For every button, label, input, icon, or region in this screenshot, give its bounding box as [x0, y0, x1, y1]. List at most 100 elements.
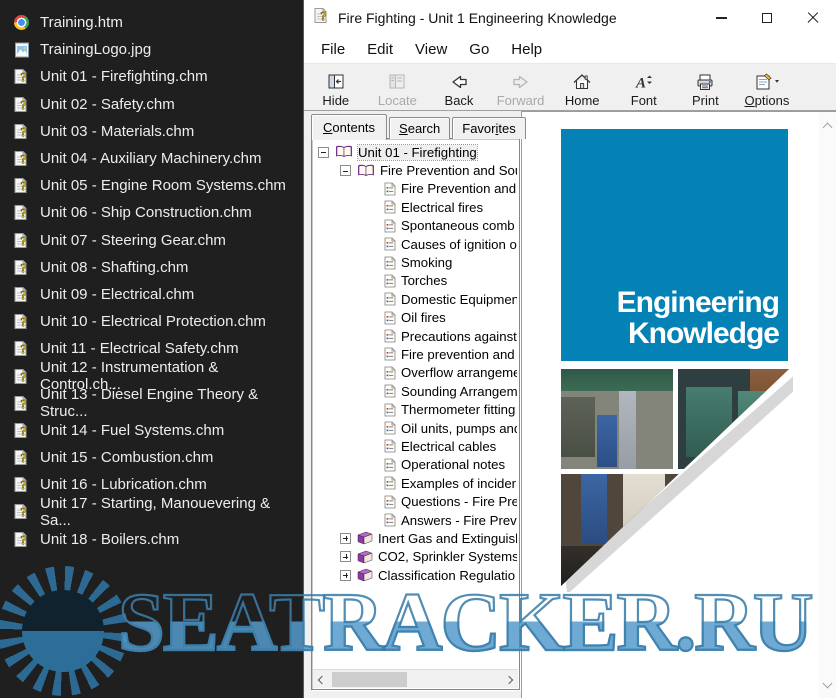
file-list-item[interactable]: ?Unit 15 - Combustion.chm — [0, 444, 303, 471]
file-list-item[interactable]: ?Unit 17 - Starting, Manouevering & Sa..… — [0, 498, 303, 525]
tree-node[interactable]: Fire Prevention and Sou — [314, 161, 517, 179]
tree-node[interactable]: Fire prevention and — [314, 345, 517, 363]
page-icon — [384, 311, 396, 325]
book-closed-icon — [357, 550, 373, 564]
tree-expander-plus[interactable] — [340, 570, 351, 581]
tree-node[interactable]: Domestic Equipmen — [314, 290, 517, 308]
maximize-button[interactable] — [744, 0, 790, 36]
cover-image-title-block: Engineering Knowledge — [561, 129, 788, 361]
scrollbar-thumb[interactable] — [332, 672, 407, 687]
tree-node[interactable]: Causes of ignition o — [314, 235, 517, 253]
chevron-left-icon — [318, 675, 326, 683]
tree-node[interactable]: CO2, Sprinkler Systems — [314, 548, 517, 566]
chm-icon: ? — [13, 286, 30, 303]
page-icon — [384, 274, 396, 288]
svg-text:?: ? — [20, 396, 27, 411]
file-list-item[interactable]: ? Unit 10 - Electrical Protection.chm — [0, 308, 303, 335]
file-list-item[interactable]: ?Unit 09 - Electrical.chm — [0, 281, 303, 308]
forward-button[interactable]: Forward — [490, 64, 552, 110]
page-icon — [384, 347, 396, 361]
file-list-item[interactable]: ?Unit 06 - Ship Construction.chm — [0, 199, 303, 226]
scroll-down-button[interactable] — [819, 672, 836, 694]
file-list-item[interactable]: ?Unit 08 - Shafting.chm — [0, 254, 303, 281]
tree-node-label: Inert Gas and Extinguish — [378, 531, 517, 546]
menu-item-file[interactable]: File — [310, 36, 356, 63]
chm-icon: ? — [13, 313, 30, 330]
tree-node[interactable]: Electrical fires — [314, 198, 517, 216]
tree-node[interactable]: Oil units, pumps and — [314, 419, 517, 437]
file-list-item[interactable]: ?Unit 02 - Safety.chm — [0, 91, 303, 118]
tree-node[interactable]: Operational notes — [314, 456, 517, 474]
file-list-item[interactable]: ?Unit 04 - Auxiliary Machinery.chm — [0, 145, 303, 172]
tree-node-label: CO2, Sprinkler Systems — [378, 549, 517, 564]
back-button[interactable]: Back — [428, 64, 490, 110]
print-icon — [694, 72, 716, 92]
file-list-item[interactable]: ?Unit 18 - Boilers.chm — [0, 526, 303, 553]
tab-favorites[interactable]: Favorites — [452, 117, 525, 139]
photo-panel-topleft — [561, 369, 673, 469]
tree-node[interactable]: Smoking — [314, 253, 517, 271]
file-list-item[interactable]: ?Unit 01 - Firefighting.chm — [0, 63, 303, 90]
menu-item-help[interactable]: Help — [500, 36, 553, 63]
menu-item-view[interactable]: View — [404, 36, 458, 63]
tree-node[interactable]: Overflow arrangeme — [314, 364, 517, 382]
scroll-up-button[interactable] — [819, 116, 836, 138]
close-button[interactable] — [790, 0, 836, 36]
file-list-item[interactable]: TrainingLogo.jpg — [0, 36, 303, 63]
options-icon — [754, 72, 780, 92]
tree-node[interactable]: Sounding Arrangem — [314, 382, 517, 400]
menu-item-go[interactable]: Go — [458, 36, 500, 63]
tree-node[interactable]: Examples of incider — [314, 474, 517, 492]
home-button[interactable]: Home — [551, 64, 613, 110]
tree-node[interactable]: Spontaneous comb — [314, 217, 517, 235]
chm-icon: ? — [13, 177, 30, 194]
file-list-item[interactable]: ?Unit 07 - Steering Gear.chm — [0, 227, 303, 254]
tree-node[interactable]: Electrical cables — [314, 437, 517, 455]
tree-node[interactable]: Oil fires — [314, 309, 517, 327]
minimize-button[interactable] — [698, 0, 744, 36]
tree-node[interactable]: Inert Gas and Extinguish — [314, 529, 517, 547]
tab-search[interactable]: Search — [389, 117, 450, 139]
file-name: Unit 10 - Electrical Protection.chm — [40, 313, 266, 330]
svg-text:?: ? — [20, 260, 27, 275]
tree-node[interactable]: Answers - Fire Prev — [314, 511, 517, 529]
font-button[interactable]: AFont — [613, 64, 675, 110]
tree-node[interactable]: Fire Prevention and — [314, 180, 517, 198]
chm-icon: ? — [13, 531, 30, 548]
tree-expander-minus[interactable] — [340, 165, 351, 176]
file-list-item[interactable]: ?Unit 13 - Diesel Engine Theory & Struc.… — [0, 390, 303, 417]
title-bar: ? Fire Fighting - Unit 1 Engineering Kno… — [304, 0, 836, 36]
file-name: Unit 06 - Ship Construction.chm — [40, 204, 252, 221]
print-button[interactable]: Print — [675, 64, 737, 110]
hide-button[interactable]: Hide — [305, 64, 367, 110]
file-name: Unit 07 - Steering Gear.chm — [40, 232, 226, 249]
tree-expander-minus[interactable] — [318, 147, 329, 158]
tree-node-label: Questions - Fire Pre — [401, 494, 517, 509]
tree-expander-plus[interactable] — [340, 533, 351, 544]
locate-button[interactable]: Locate — [367, 64, 429, 110]
file-list-item[interactable]: ?Unit 05 - Engine Room Systems.chm — [0, 172, 303, 199]
tree-node[interactable]: Torches — [314, 272, 517, 290]
tree-node[interactable]: Questions - Fire Pre — [314, 492, 517, 510]
tab-contents[interactable]: Contents — [311, 114, 387, 140]
file-list-item[interactable]: ?Unit 03 - Materials.chm — [0, 118, 303, 145]
menu-item-edit[interactable]: Edit — [356, 36, 404, 63]
file-list-item[interactable]: ?Unit 14 - Fuel Systems.chm — [0, 417, 303, 444]
tree-node[interactable]: Unit 01 - Firefighting — [314, 143, 517, 161]
tree-node[interactable]: Classification Regulatio — [314, 566, 517, 584]
file-list-item[interactable]: Training.htm — [0, 9, 303, 36]
svg-text:A: A — [635, 75, 646, 91]
chm-icon: ? — [13, 368, 30, 385]
file-name: Unit 16 - Lubrication.chm — [40, 476, 207, 493]
chm-icon: ? — [13, 476, 30, 493]
content-vertical-scrollbar[interactable] — [819, 112, 836, 698]
scroll-left-button[interactable] — [313, 670, 331, 689]
scroll-right-button[interactable] — [500, 670, 518, 689]
tree-node[interactable]: Precautions against — [314, 327, 517, 345]
tree-horizontal-scrollbar[interactable] — [313, 669, 518, 688]
tree-node[interactable]: Thermometer fitting — [314, 400, 517, 418]
page-icon — [384, 219, 396, 233]
options-button[interactable]: Options — [736, 64, 798, 110]
tree-expander-plus[interactable] — [340, 551, 351, 562]
close-icon — [807, 12, 819, 24]
